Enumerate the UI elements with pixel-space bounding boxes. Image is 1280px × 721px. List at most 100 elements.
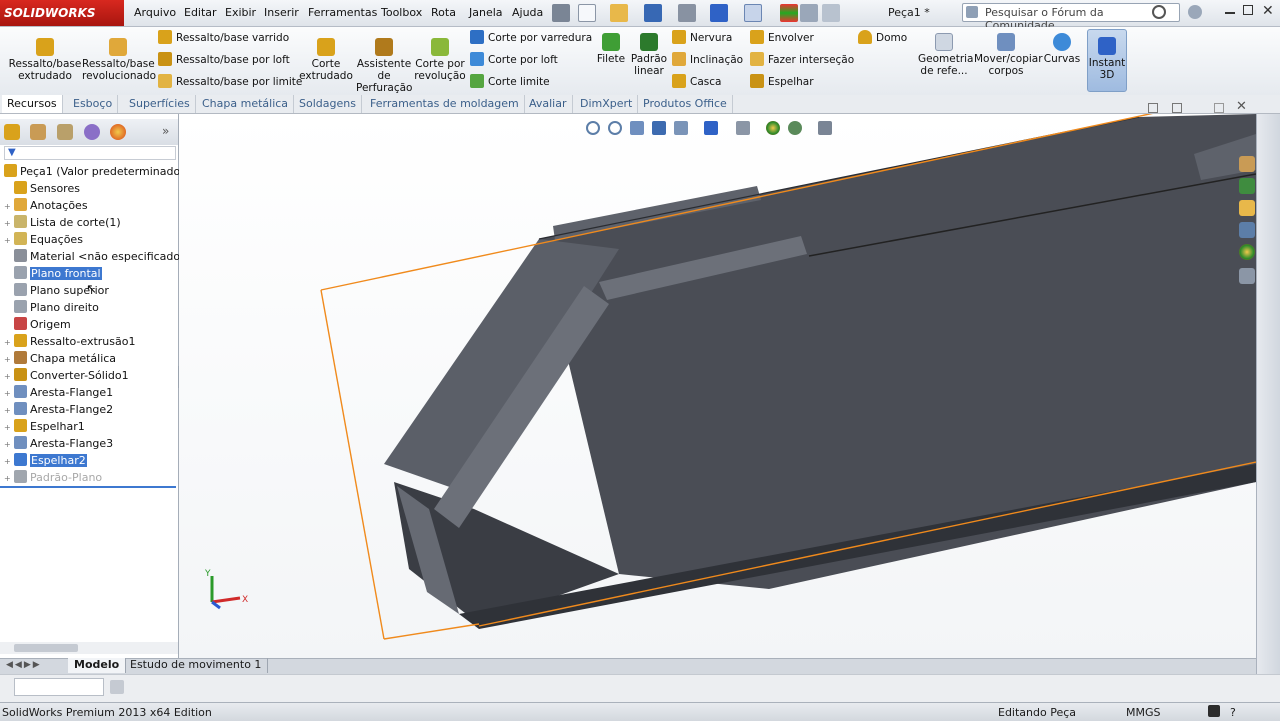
configuration-manager-tab-icon[interactable] [57,124,73,140]
hole-wizard-button[interactable]: Assistente de Perfuração [356,38,412,94]
tree-item[interactable]: + Espelhar2 [4,452,87,469]
select-cursor-icon[interactable] [744,4,762,22]
scroll-thumb[interactable] [14,644,78,652]
section-view-icon[interactable] [652,121,666,135]
feature-manager-tab-icon[interactable] [4,124,20,140]
tree-expander-icon[interactable]: + [4,368,12,385]
tree-expander-icon[interactable]: + [4,351,12,368]
open-folder-icon[interactable] [610,4,628,22]
revolve-boss-button[interactable]: Ressalto/base revolucionado [82,38,156,82]
tree-item[interactable]: Plano direito [4,299,99,316]
save-icon[interactable] [644,4,662,22]
undo-icon[interactable] [710,4,728,22]
minimize-icon[interactable] [1225,12,1235,14]
display-manager-tab-icon[interactable] [110,124,126,140]
tab-esboco[interactable]: Esboço [68,95,119,113]
tree-expander-icon[interactable]: + [4,385,12,402]
intersect-button[interactable]: Fazer interseção [750,50,854,70]
menu-ferramentas[interactable]: Ferramentas [308,6,377,19]
tree-expander-icon[interactable]: + [4,198,12,215]
file-properties-icon[interactable] [800,4,818,22]
tab-produtos-office[interactable]: Produtos Office [638,95,733,113]
tree-item[interactable]: Sensores [4,180,80,197]
rollback-bar[interactable] [0,486,176,488]
solidworks-resources-icon[interactable] [1239,156,1255,172]
tab-superficies[interactable]: Superfícies [124,95,196,113]
menu-ajuda[interactable]: Ajuda [512,6,543,19]
wrap-button[interactable]: Envolver [750,28,814,48]
zoom-to-area-icon[interactable] [608,121,622,135]
viewport-restore-icon[interactable] [1172,103,1182,113]
close-icon[interactable]: ✕ [1262,3,1274,19]
tree-item[interactable]: + Espelhar1 [4,418,85,435]
menu-toolbox[interactable]: Toolbox [381,6,422,19]
property-manager-tab-icon[interactable] [30,124,46,140]
tree-expander-icon[interactable]: + [4,470,12,487]
status-units[interactable]: MMGS [1126,706,1161,719]
view-orientation-icon[interactable] [674,121,688,135]
status-help[interactable]: ? [1230,706,1236,719]
tree-item[interactable]: + Padrão-Plano [4,469,102,486]
tree-item[interactable]: + Converter-Sólido1 [4,367,129,384]
draft-button[interactable]: Inclinação [672,50,743,70]
tree-filter-input[interactable] [4,146,176,160]
menu-arquivo[interactable]: Arquivo [134,6,176,19]
tree-expander-icon[interactable]: + [4,453,12,470]
pin-icon[interactable] [552,4,570,22]
tab-recursos[interactable]: Recursos [2,95,63,113]
tree-item[interactable]: Origem [4,316,71,333]
zoom-to-fit-icon[interactable] [586,121,600,135]
extrude-boss-button[interactable]: Ressalto/base extrudado [8,38,82,82]
rib-button[interactable]: Nervura [672,28,732,48]
tab-ferramentas-moldagem[interactable]: Ferramentas de moldagem [365,95,525,113]
move-copy-bodies-button[interactable]: Mover/copiar corpos [974,33,1043,77]
edit-appearance-icon[interactable] [766,121,780,135]
tab-modelo[interactable]: Modelo [68,658,127,673]
curves-button[interactable]: Curvas [1042,33,1082,65]
custom-properties-icon[interactable] [1239,268,1255,284]
tree-item[interactable]: + Ressalto-extrusão1 [4,333,135,350]
appearances-scenes-icon[interactable] [1239,244,1255,260]
panel-expand-chevron-icon[interactable]: » [162,124,169,138]
help-icon[interactable] [1188,5,1202,19]
tab-dimxpert[interactable]: DimXpert [575,95,639,113]
menu-editar[interactable]: Editar [184,6,217,19]
tree-item[interactable]: + Equações [4,231,83,248]
instant3d-toggle[interactable]: Instant 3D [1087,29,1127,92]
tree-item[interactable]: + Aresta-Flange1 [4,384,113,401]
tree-horizontal-scrollbar[interactable] [0,642,178,654]
view-settings-icon[interactable] [818,121,832,135]
extrude-cut-button[interactable]: Corte extrudado [298,38,354,82]
reference-geometry-button[interactable]: Geometria de refe... [918,33,974,77]
menu-rota[interactable]: Rota [431,6,456,19]
print-icon[interactable] [678,4,696,22]
shell-button[interactable]: Casca [672,72,721,92]
display-style-icon[interactable] [704,121,718,135]
loft-cut-button[interactable]: Corte por loft [470,50,558,70]
revolve-cut-button[interactable]: Corte por revolução [414,38,466,82]
tree-item[interactable]: + Aresta-Flange2 [4,401,113,418]
tree-expander-icon[interactable]: + [4,402,12,419]
fillet-button[interactable]: Filete [594,33,628,65]
tree-item[interactable]: + Chapa metálica [4,350,116,367]
command-go-icon[interactable] [110,680,124,694]
viewport-close-icon[interactable]: ✕ [1236,99,1247,114]
new-document-icon[interactable] [578,4,596,22]
boundary-cut-button[interactable]: Corte limite [470,72,550,92]
tree-expander-icon[interactable]: + [4,232,12,249]
options-icon[interactable] [822,4,840,22]
design-library-icon[interactable] [1239,178,1255,194]
tree-item[interactable]: + Aresta-Flange3 [4,435,113,452]
swept-cut-button[interactable]: Corte por varredura [470,28,592,48]
boundary-boss-button[interactable]: Ressalto/base por limite [158,72,302,92]
tab-estudo-movimento[interactable]: Estudo de movimento 1 [124,658,269,673]
view-palette-icon[interactable] [1239,222,1255,238]
viewport-maximize-icon[interactable] [1214,103,1224,113]
tree-expander-icon[interactable]: + [4,334,12,351]
file-explorer-icon[interactable] [1239,200,1255,216]
tab-chapa-metalica[interactable]: Chapa metálica [197,95,295,113]
search-scope-icon[interactable] [966,6,978,18]
tree-item[interactable]: Plano frontal [4,265,102,282]
graphics-area[interactable] [179,114,1256,658]
hide-show-items-icon[interactable] [736,121,750,135]
